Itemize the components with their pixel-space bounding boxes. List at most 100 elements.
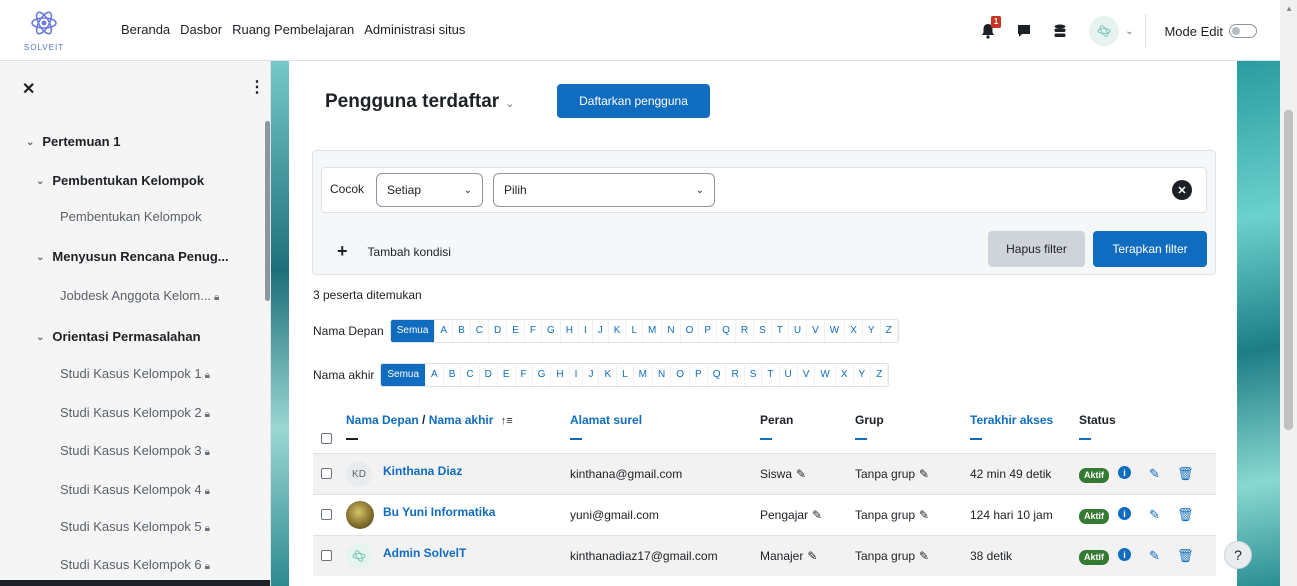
initial-letter-button[interactable]: U <box>789 320 808 342</box>
page-title[interactable]: Pengguna terdaftar ⌄ <box>325 91 514 113</box>
initial-all-button[interactable]: Semua <box>390 320 436 342</box>
section-menyusun-rencana[interactable]: ⌄ Menyusun Rencana Penug... <box>36 249 229 264</box>
nav-link-home[interactable]: Beranda <box>121 22 170 37</box>
help-button[interactable]: ? <box>1224 541 1252 569</box>
column-hide-toggle[interactable] <box>855 438 867 440</box>
chevron-down-icon[interactable]: ⌄ <box>36 332 44 343</box>
initial-letter-button[interactable]: H <box>551 364 570 386</box>
info-icon[interactable]: i <box>1118 466 1131 479</box>
column-header-name[interactable]: Nama Depan / Nama akhir ↑≡ <box>346 413 513 427</box>
page-scrollbar[interactable]: ▲ <box>1280 0 1297 586</box>
initial-all-button[interactable]: Semua <box>381 364 427 386</box>
info-icon[interactable]: i <box>1118 507 1131 520</box>
initial-letter-button[interactable]: D <box>489 320 508 342</box>
initial-letter-button[interactable]: E <box>507 320 525 342</box>
initial-letter-button[interactable]: W <box>815 364 836 386</box>
initial-letter-button[interactable]: M <box>643 320 663 342</box>
initial-letter-button[interactable]: T <box>762 364 780 386</box>
clear-filter-button[interactable]: Hapus filter <box>988 231 1085 267</box>
initial-letter-button[interactable]: S <box>745 364 763 386</box>
initial-letter-button[interactable]: K <box>609 320 627 342</box>
initial-letter-button[interactable]: V <box>807 320 825 342</box>
column-header-email[interactable]: Alamat surel <box>570 413 642 427</box>
add-condition-button[interactable]: + Tambah kondisi <box>337 241 451 262</box>
participant-name-link[interactable]: Bu Yuni Informatika <box>383 505 495 519</box>
initial-letter-button[interactable]: S <box>754 320 772 342</box>
initial-letter-button[interactable]: Z <box>871 364 889 386</box>
initial-letter-button[interactable]: I <box>570 364 584 386</box>
trash-icon[interactable]: 🗑︎ <box>1177 466 1194 482</box>
messages-button[interactable] <box>1013 20 1035 42</box>
edit-enrolment-icon[interactable]: ✎ <box>1149 466 1160 482</box>
initial-letter-button[interactable]: N <box>662 320 681 342</box>
initial-letter-button[interactable]: C <box>471 320 489 342</box>
column-hide-toggle[interactable] <box>1079 438 1091 440</box>
info-icon[interactable]: i <box>1118 548 1131 561</box>
scroll-up-arrow-icon[interactable]: ▲ <box>1285 4 1293 13</box>
initial-letter-button[interactable]: I <box>579 320 593 342</box>
drawer-scrollbar[interactable] <box>265 121 270 301</box>
edit-pencil-icon[interactable]: ✎ <box>919 549 929 563</box>
initial-letter-button[interactable]: A <box>426 364 444 386</box>
kebab-menu-icon[interactable]: ⋮ <box>249 77 265 97</box>
edit-pencil-icon[interactable]: ✎ <box>807 549 817 563</box>
user-menu-avatar[interactable] <box>1089 16 1120 46</box>
initial-letter-button[interactable]: Y <box>863 320 881 342</box>
row-select-checkbox[interactable] <box>321 550 332 561</box>
initial-letter-button[interactable]: N <box>653 364 672 386</box>
initial-letter-button[interactable]: L <box>626 320 644 342</box>
nav-link-site-admin[interactable]: Administrasi situs <box>364 22 465 37</box>
activity-studi-kasus-5[interactable]: Studi Kasus Kelompok 5 🔒︎ <box>60 519 210 534</box>
initial-letter-button[interactable]: U <box>780 364 798 386</box>
initial-letter-button[interactable]: A <box>435 320 454 342</box>
filter-type-select[interactable]: Pilih ⌄ <box>493 173 715 207</box>
sort-ascending-icon[interactable]: ↑≡ <box>501 415 513 427</box>
chevron-down-icon[interactable]: ⌄ <box>36 176 44 187</box>
edit-pencil-icon[interactable]: ✎ <box>919 467 929 481</box>
remove-condition-icon[interactable]: ✕ <box>1172 180 1192 200</box>
participant-name-link[interactable]: Admin SolvelT <box>383 546 466 560</box>
initial-letter-button[interactable]: O <box>671 364 691 386</box>
activity-studi-kasus-6[interactable]: Studi Kasus Kelompok 6 🔒︎ <box>60 557 210 572</box>
activity-pembentukan-kelompok[interactable]: Pembentukan Kelompok <box>60 209 202 224</box>
initial-letter-button[interactable]: C <box>461 364 480 386</box>
participant-name-link[interactable]: Kinthana Diaz <box>383 464 462 478</box>
initial-letter-button[interactable]: F <box>525 320 542 342</box>
edit-pencil-icon[interactable]: ✎ <box>812 508 822 522</box>
edit-enrolment-icon[interactable]: ✎ <box>1149 548 1160 564</box>
storage-button[interactable] <box>1049 20 1071 42</box>
trash-icon[interactable]: 🗑︎ <box>1177 548 1194 564</box>
initial-letter-button[interactable]: D <box>480 364 498 386</box>
initial-letter-button[interactable]: V <box>798 364 816 386</box>
initial-letter-button[interactable]: G <box>542 320 561 342</box>
section-pertemuan-1[interactable]: ⌄ Pertemuan 1 <box>26 134 120 149</box>
select-all-checkbox[interactable] <box>321 433 332 444</box>
initial-letter-button[interactable]: T <box>772 320 789 342</box>
column-hide-toggle[interactable] <box>760 438 772 440</box>
activity-studi-kasus-3[interactable]: Studi Kasus Kelompok 3 🔒︎ <box>60 443 210 458</box>
close-icon[interactable]: ✕ <box>22 79 35 99</box>
initial-letter-button[interactable]: G <box>533 364 552 386</box>
column-hide-toggle[interactable] <box>346 438 358 440</box>
activity-studi-kasus-2[interactable]: Studi Kasus Kelompok 2 🔒︎ <box>60 405 210 420</box>
initial-letter-button[interactable]: H <box>561 320 580 342</box>
initial-letter-button[interactable]: X <box>845 320 863 342</box>
edit-pencil-icon[interactable]: ✎ <box>919 508 929 522</box>
edit-mode-toggle[interactable] <box>1229 24 1257 38</box>
activity-studi-kasus-4[interactable]: Studi Kasus Kelompok 4 🔒︎ <box>60 482 210 497</box>
chevron-down-icon[interactable]: ⌄ <box>505 98 514 110</box>
initial-letter-button[interactable]: Y <box>854 364 872 386</box>
initial-letter-button[interactable]: P <box>699 320 718 342</box>
initial-letter-button[interactable]: W <box>825 320 846 342</box>
edit-enrolment-icon[interactable]: ✎ <box>1149 507 1160 523</box>
trash-icon[interactable]: 🗑︎ <box>1177 507 1194 523</box>
page-scrollbar-thumb[interactable] <box>1284 110 1293 430</box>
match-select[interactable]: Setiap ⌄ <box>376 173 483 207</box>
column-header-last-access[interactable]: Terakhir akses <box>970 413 1053 427</box>
site-logo[interactable]: SOLVEIT <box>20 6 68 52</box>
chevron-down-icon[interactable]: ⌄ <box>26 137 34 148</box>
section-pembentukan-kelompok[interactable]: ⌄ Pembentukan Kelompok <box>36 173 204 188</box>
column-hide-toggle[interactable] <box>570 438 582 440</box>
nav-link-courses[interactable]: Ruang Pembelajaran <box>232 22 354 37</box>
user-menu-chevron-icon[interactable]: ⌄ <box>1125 26 1133 37</box>
